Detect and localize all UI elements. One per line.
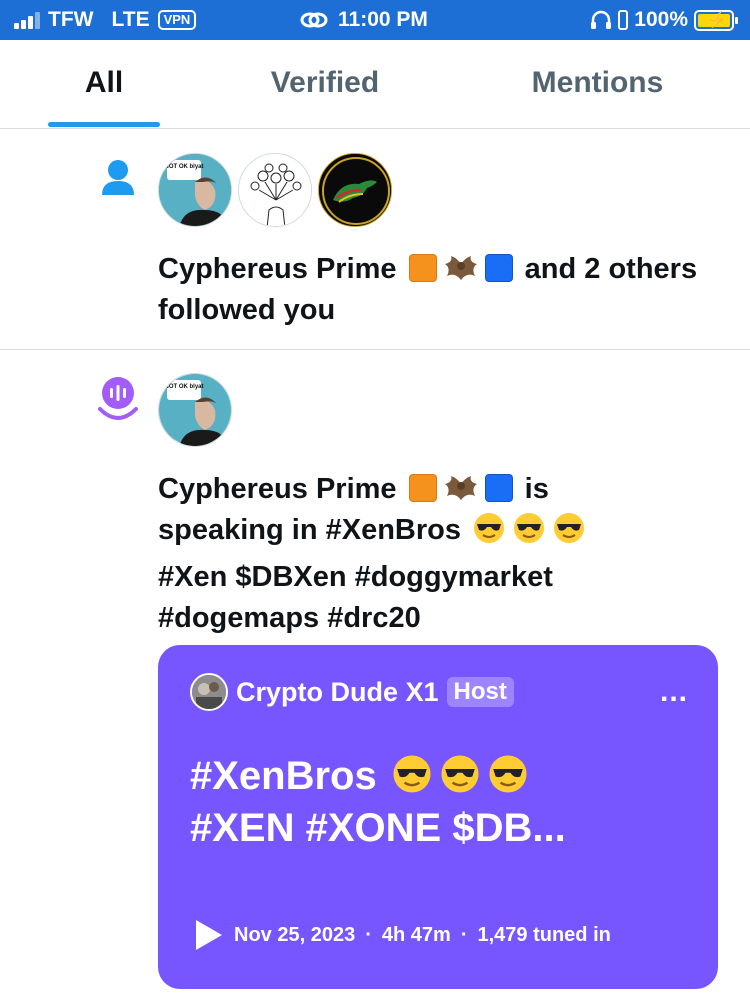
avatar-kangaroo (319, 154, 391, 226)
more-options-icon[interactable]: ... (660, 675, 688, 709)
host-badge: Host (446, 677, 514, 707)
status-bar: TFW LTE VPN 11:00 PM 100% ⚡ (0, 0, 750, 40)
bat-emoji (444, 256, 477, 280)
person-icon (102, 160, 134, 195)
sunglasses-emoji (512, 511, 546, 557)
avatar-caption: NOT OK blyat (164, 164, 203, 170)
sunglasses-emoji (472, 511, 506, 557)
space-notification[interactable]: NOT OK blyat Cyphereus Prime is speaking… (0, 351, 750, 1002)
play-icon[interactable] (194, 919, 224, 951)
network-label: LTE (111, 8, 150, 31)
notification-tabs: All Verified Mentions (0, 40, 750, 129)
space-title-line2: #XEN #XONE $DB... (190, 806, 566, 850)
avatar[interactable]: NOT OK blyat (158, 373, 232, 447)
follow-notification[interactable]: NOT OK blyat Cyphereus Prime and 2 other… (0, 129, 750, 350)
headphones-icon (591, 10, 612, 29)
space-text-is: is (524, 473, 549, 505)
space-date: Nov 25, 2023 (234, 923, 356, 946)
spaces-microphone-icon (98, 377, 138, 420)
space-duration: 4h 47m (381, 923, 451, 946)
orange-square-emoji (408, 474, 437, 502)
carrier-label: TFW (48, 8, 94, 31)
space-hashtags-line1[interactable]: #Xen $DBXen #doggymarket (158, 561, 553, 593)
sunglasses-emoji (487, 753, 529, 805)
hotspot-link-icon (300, 12, 328, 28)
space-hashtags-line2[interactable]: #dogemaps #drc20 (158, 602, 421, 634)
speaker-name[interactable]: Cyphereus Prime (158, 473, 397, 505)
space-title-line1: #XenBros (190, 754, 377, 798)
orange-square-emoji (408, 254, 437, 282)
avatar-portrait: NOT OK blyat (159, 154, 231, 226)
orientation-lock-icon (618, 10, 629, 30)
space-title: #XenBros #XEN #XONE $DB... (190, 753, 690, 851)
host-avatar-image (192, 675, 226, 709)
battery-icon: ⚡ (694, 9, 738, 31)
separator-dot: · (365, 923, 372, 946)
sunglasses-emoji (391, 753, 433, 805)
sunglasses-emoji (439, 753, 481, 805)
host-name[interactable]: Crypto Dude X1 (236, 677, 439, 708)
blue-square-emoji (484, 254, 513, 282)
avatar[interactable]: NOT OK blyat (158, 153, 232, 227)
separator-dot: · (460, 923, 468, 946)
tab-all[interactable]: All (48, 40, 160, 128)
vpn-badge: VPN (157, 10, 197, 30)
cellular-signal-icon (14, 11, 40, 29)
avatar-flower-head (239, 154, 311, 226)
follow-notification-text: Cyphereus Prime and 2 others followed yo… (158, 249, 698, 331)
tab-mentions[interactable]: Mentions (500, 40, 695, 128)
space-text-speaking: speaking in #XenBros (158, 514, 461, 546)
battery-percent: 100% (634, 8, 688, 31)
tab-verified[interactable]: Verified (230, 40, 420, 128)
blue-square-emoji (484, 474, 513, 502)
space-notification-text: Cyphereus Prime is speaking in #XenBros … (158, 469, 698, 639)
space-meta: Nov 25, 2023 · 4h 47m · 1,479 tuned in (194, 919, 611, 951)
avatar-portrait: NOT OK blyat (159, 374, 231, 446)
space-host-row: Crypto Dude X1 Host (190, 673, 514, 711)
space-tuned-in: 1,479 tuned in (477, 923, 611, 946)
avatar[interactable] (318, 153, 392, 227)
avatar-caption: NOT OK blyat (164, 384, 203, 390)
status-time: 11:00 PM (338, 8, 428, 31)
bat-emoji (444, 476, 477, 500)
host-avatar[interactable] (190, 673, 228, 711)
charging-bolt-icon: ⚡ (707, 11, 727, 29)
active-tab-indicator (48, 122, 160, 127)
avatar[interactable] (238, 153, 312, 227)
space-card[interactable]: Crypto Dude X1 Host ... #XenBros #XEN #X… (158, 645, 718, 989)
follower-name[interactable]: Cyphereus Prime (158, 253, 397, 285)
sunglasses-emoji (552, 511, 586, 557)
